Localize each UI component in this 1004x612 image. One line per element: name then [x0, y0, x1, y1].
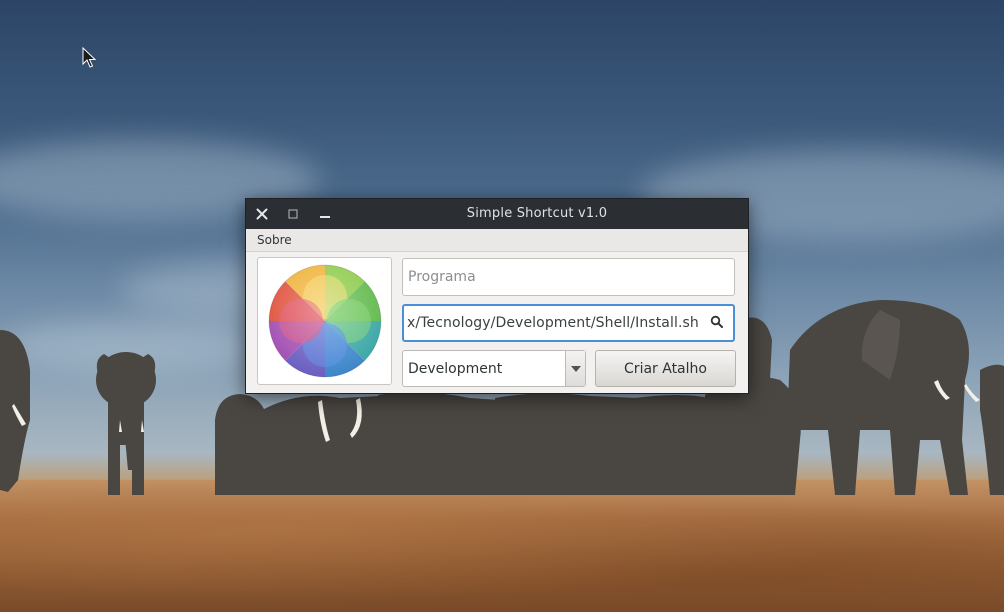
- chevron-down-icon: [570, 365, 581, 372]
- window-title: Simple Shortcut v1.0: [466, 206, 608, 221]
- menubar: Sobre: [246, 229, 748, 252]
- main-content: Programa x/Tecnology/Development/Shell/I…: [246, 252, 748, 394]
- category-selected-value: Development: [408, 360, 503, 377]
- script-path-input[interactable]: x/Tecnology/Development/Shell/Install.sh: [402, 304, 735, 342]
- search-icon[interactable]: [710, 315, 724, 329]
- menu-item-sobre[interactable]: Sobre: [246, 229, 303, 251]
- titlebar[interactable]: Simple Shortcut v1.0: [246, 199, 748, 229]
- category-dropdown-toggle[interactable]: [565, 351, 585, 386]
- program-name-placeholder: Programa: [408, 269, 476, 285]
- script-path-value: x/Tecnology/Development/Shell/Install.sh: [407, 315, 699, 331]
- category-select[interactable]: Development: [402, 350, 586, 387]
- create-shortcut-button[interactable]: Criar Atalho: [595, 350, 736, 387]
- desktop: Simple Shortcut v1.0 Sobre Programa x/Te…: [0, 0, 1004, 612]
- app-icon-frame[interactable]: [257, 257, 392, 385]
- program-name-input[interactable]: Programa: [402, 258, 735, 296]
- mouse-cursor-icon: [82, 47, 96, 68]
- app-window: Simple Shortcut v1.0 Sobre Programa x/Te…: [245, 198, 749, 394]
- color-wheel-logo: [268, 264, 381, 378]
